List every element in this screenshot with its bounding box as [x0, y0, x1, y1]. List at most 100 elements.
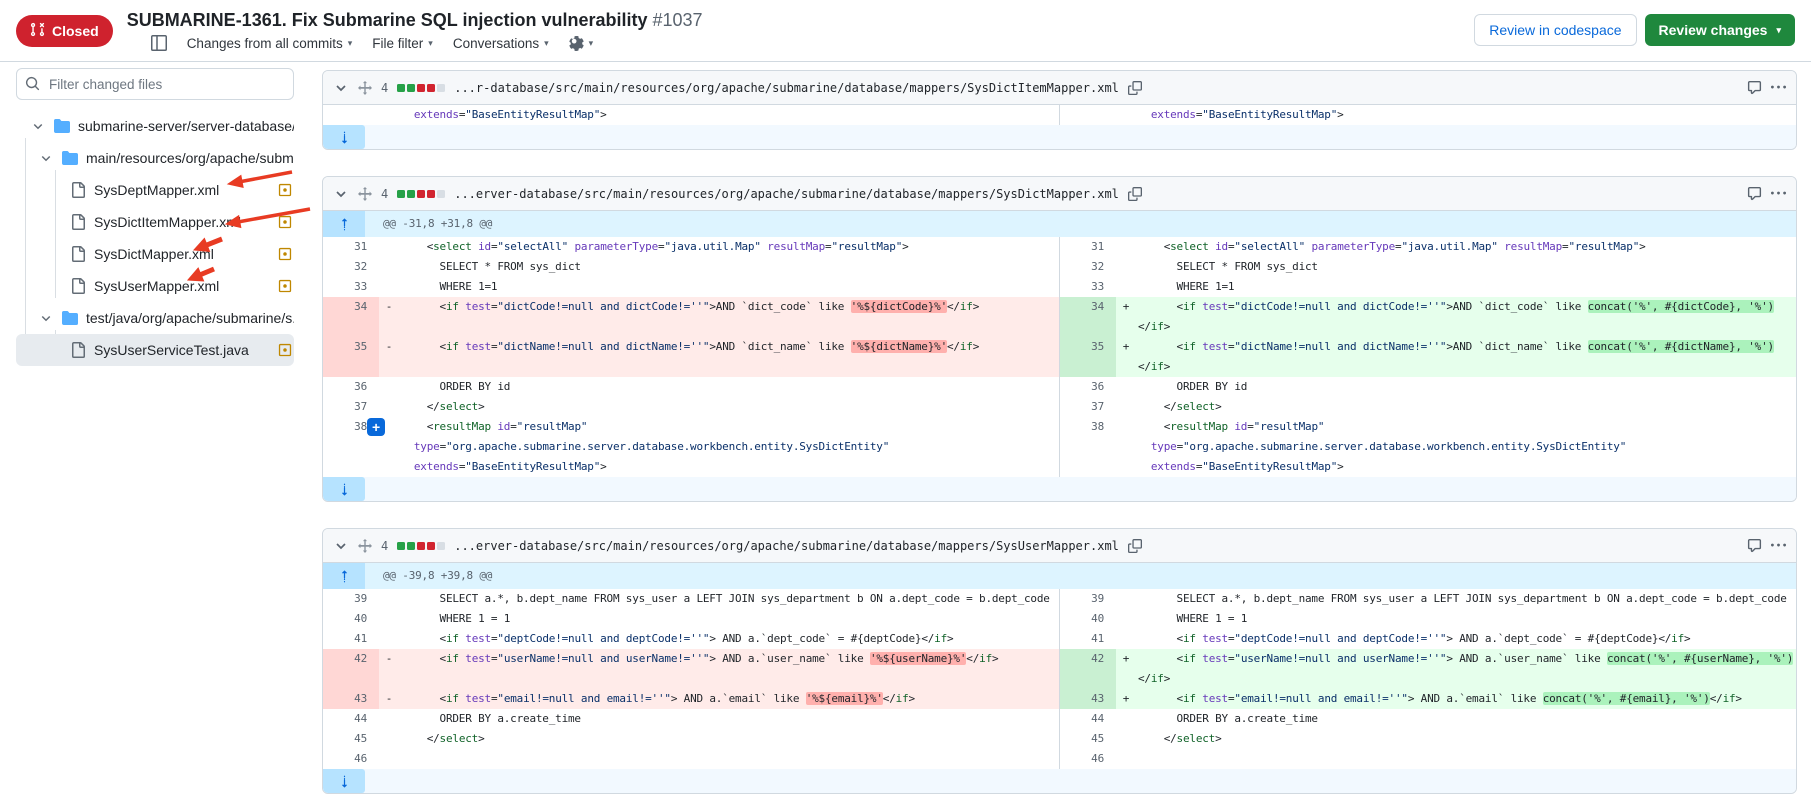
- line-number-new[interactable]: 42: [1060, 649, 1116, 689]
- comment-button[interactable]: [1747, 80, 1762, 95]
- line-number-old[interactable]: 39: [323, 589, 379, 609]
- diff-row: 37 </select>37 </select>: [323, 397, 1796, 417]
- line-number-old[interactable]: 31: [323, 237, 379, 257]
- line-number-old[interactable]: 44: [323, 709, 379, 729]
- line-number-old[interactable]: [323, 105, 379, 125]
- diff-row: 38 <resultMap id="resultMap" type="org.a…: [323, 417, 1796, 477]
- add-line-comment-button[interactable]: +: [367, 418, 385, 436]
- file-tree-item-test-java-org-apache-submarine-s[interactable]: test/java/org/apache/submarine/s...: [16, 302, 294, 334]
- file-options-button[interactable]: [1771, 80, 1786, 95]
- diff-body: extends="BaseEntityResultMap"> extends="…: [323, 105, 1796, 149]
- diffstat: [397, 542, 445, 550]
- file-filter-dropdown[interactable]: File filter ▾: [372, 36, 433, 51]
- line-number-old[interactable]: 37: [323, 397, 379, 417]
- status-badge: Closed: [16, 15, 113, 47]
- code-cell-new: SELECT a.*, b.dept_name FROM sys_user a …: [1136, 589, 1796, 609]
- file-tree-item-submarine-server-server-database[interactable]: submarine-server/server-database/...: [16, 110, 294, 142]
- file-tree-item-sysuserservicetest-java[interactable]: SysUserServiceTest.java: [16, 334, 294, 366]
- diff-marker-new: [1116, 589, 1136, 609]
- collapse-file-button[interactable]: [333, 538, 349, 554]
- line-number-new[interactable]: 40: [1060, 609, 1116, 629]
- line-number-new[interactable]: [1060, 105, 1116, 125]
- line-number-old[interactable]: 33: [323, 277, 379, 297]
- chevron-down-icon[interactable]: [38, 312, 54, 324]
- line-number-new[interactable]: 36: [1060, 377, 1116, 397]
- diff-marker-new: [1116, 105, 1136, 125]
- line-number-old[interactable]: 41: [323, 629, 379, 649]
- chevron-down-icon: ▾: [428, 38, 433, 49]
- diff-marker-old: [379, 237, 399, 257]
- drag-handle-icon[interactable]: [358, 187, 372, 201]
- file-tree-item-sysdeptmapper-xml[interactable]: SysDeptMapper.xml: [16, 174, 294, 206]
- code-line-text: </select>: [401, 729, 1059, 749]
- file-tree-item-sysdictitemmapper-xml[interactable]: SysDictItemMapper.xml: [16, 206, 294, 238]
- line-number-old[interactable]: 40: [323, 609, 379, 629]
- changes-from-label: Changes from all commits: [187, 36, 343, 51]
- collapse-file-button[interactable]: [333, 80, 349, 96]
- code-line-text: ORDER BY id: [1138, 377, 1796, 397]
- line-number-old[interactable]: 34: [323, 297, 379, 337]
- expand-up-button[interactable]: [323, 211, 365, 237]
- code-line-text: [401, 749, 1059, 769]
- line-number-new[interactable]: 44: [1060, 709, 1116, 729]
- line-number-new[interactable]: 43: [1060, 689, 1116, 709]
- code-line-text: </if>: [1138, 317, 1796, 337]
- line-number-new[interactable]: 38: [1060, 417, 1116, 477]
- comment-button[interactable]: [1747, 538, 1762, 553]
- review-changes-button[interactable]: Review changes ▾: [1645, 14, 1795, 46]
- file-filter-input[interactable]: [16, 68, 294, 100]
- line-number-new[interactable]: 34: [1060, 297, 1116, 337]
- copy-path-button[interactable]: [1128, 81, 1142, 95]
- expand-down-button[interactable]: [323, 125, 365, 149]
- sidebar-toggle-button[interactable]: [151, 35, 167, 51]
- code-line-text: <if test="dictName!=null and dictName!='…: [1138, 337, 1796, 357]
- pr-header-bar: Closed SUBMARINE-1361. Fix Submarine SQL…: [0, 0, 1811, 62]
- line-number-new[interactable]: 41: [1060, 629, 1116, 649]
- review-in-codespace-button[interactable]: Review in codespace: [1474, 14, 1636, 46]
- file-tree-item-label: SysUserMapper.xml: [94, 278, 219, 294]
- line-number-new[interactable]: 37: [1060, 397, 1116, 417]
- comment-button[interactable]: [1747, 186, 1762, 201]
- drag-handle-icon[interactable]: [358, 539, 372, 553]
- line-number-old[interactable]: 46: [323, 749, 379, 769]
- line-number-old[interactable]: 36: [323, 377, 379, 397]
- line-number-old[interactable]: 35: [323, 337, 379, 377]
- folder-icon: [62, 310, 78, 326]
- changes-from-dropdown[interactable]: Changes from all commits ▾: [187, 36, 353, 51]
- code-cell-old: <select id="selectAll" parameterType="ja…: [399, 237, 1059, 257]
- line-number-old[interactable]: 42: [323, 649, 379, 689]
- line-number-old[interactable]: 32: [323, 257, 379, 277]
- line-number-old[interactable]: 45: [323, 729, 379, 749]
- hunk-header-row: @@ -39,8 +39,8 @@: [323, 563, 1796, 589]
- file-options-button[interactable]: [1771, 538, 1786, 553]
- line-number-new[interactable]: 35: [1060, 337, 1116, 377]
- diff-row: 32 SELECT * FROM sys_dict32 SELECT * FRO…: [323, 257, 1796, 277]
- file-tree-item-main-resources-org-apache-subm[interactable]: main/resources/org/apache/subm...: [16, 142, 294, 174]
- file-options-button[interactable]: [1771, 186, 1786, 201]
- conversations-dropdown[interactable]: Conversations ▾: [453, 36, 549, 51]
- diff-marker-old: [379, 105, 399, 125]
- chevron-down-icon[interactable]: [38, 152, 54, 164]
- chevron-down-icon[interactable]: [30, 120, 46, 132]
- diff-settings-gear-button[interactable]: ▾: [569, 36, 594, 51]
- copy-path-button[interactable]: [1128, 539, 1142, 553]
- line-number-new[interactable]: 39: [1060, 589, 1116, 609]
- code-cell-new: <if test="userName!=null and userName!='…: [1136, 649, 1796, 689]
- copy-path-button[interactable]: [1128, 187, 1142, 201]
- line-number-new[interactable]: 33: [1060, 277, 1116, 297]
- file-tree-item-sysdictmapper-xml[interactable]: SysDictMapper.xml: [16, 238, 294, 270]
- line-number-new[interactable]: 46: [1060, 749, 1116, 769]
- hunk-header: @@ -31,8 +31,8 @@: [365, 211, 492, 237]
- diff-row: extends="BaseEntityResultMap"> extends="…: [323, 105, 1796, 125]
- line-number-old[interactable]: 43: [323, 689, 379, 709]
- line-number-new[interactable]: 45: [1060, 729, 1116, 749]
- line-number-new[interactable]: 32: [1060, 257, 1116, 277]
- expand-up-button[interactable]: [323, 563, 365, 589]
- line-number-new[interactable]: 31: [1060, 237, 1116, 257]
- file-tree-item-sysusermapper-xml[interactable]: SysUserMapper.xml: [16, 270, 294, 302]
- drag-handle-icon[interactable]: [358, 81, 372, 95]
- expand-down-button[interactable]: [323, 477, 365, 501]
- hunk-header-row: @@ -31,8 +31,8 @@: [323, 211, 1796, 237]
- collapse-file-button[interactable]: [333, 186, 349, 202]
- expand-down-button[interactable]: [323, 769, 365, 793]
